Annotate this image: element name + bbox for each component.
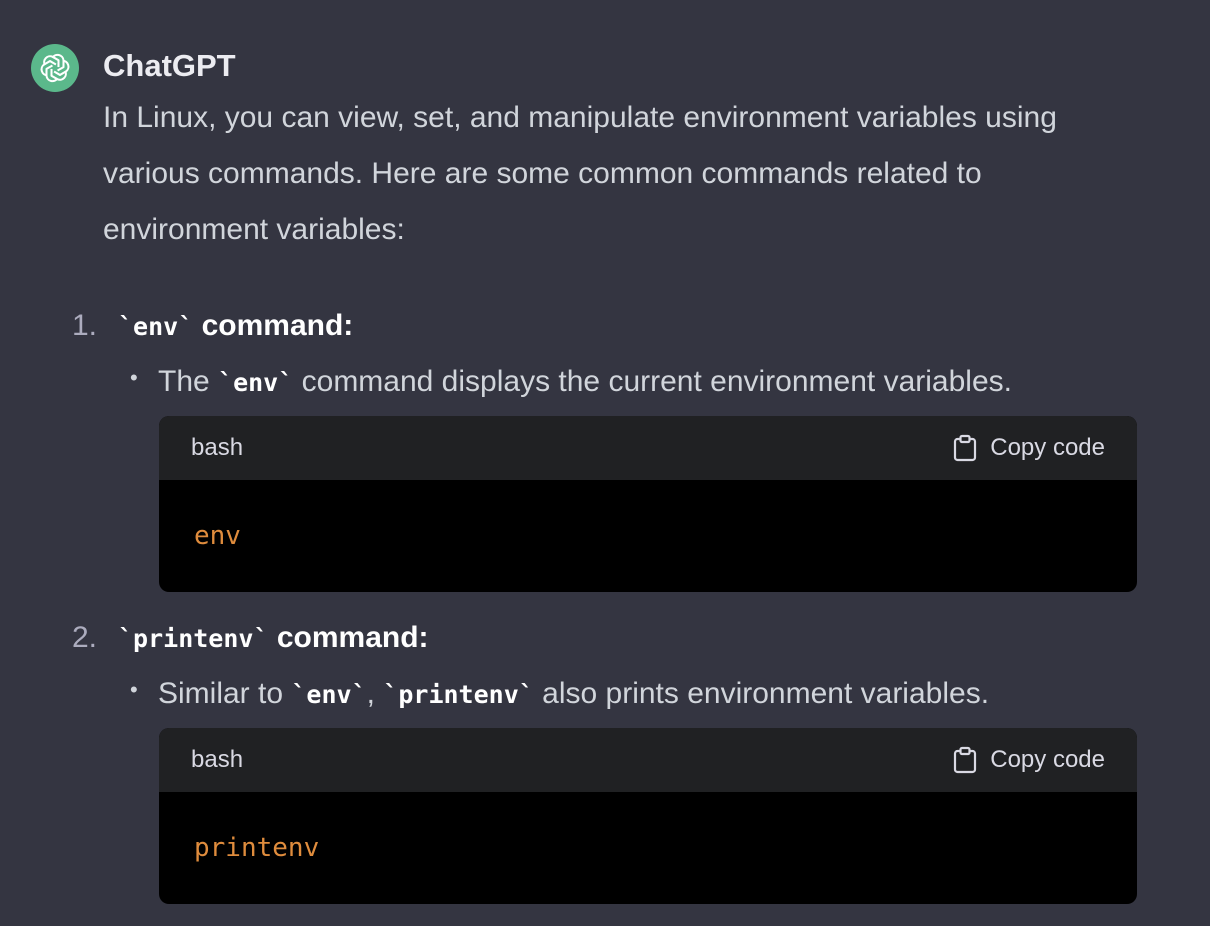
list-item-heading: 2. `printenv` command: (72, 618, 429, 659)
copy-code-button[interactable]: Copy code (952, 434, 1105, 462)
inline-code: `env` (291, 680, 367, 709)
list-item-number: 1. (72, 309, 98, 342)
bullet-item: • Similar to `env`, `printenv` also print… (130, 674, 989, 715)
bullet-item: • The `env` command displays the current … (130, 362, 1012, 403)
openai-logo-icon (40, 53, 70, 83)
assistant-message: ChatGPT In Linux, you can view, set, and… (0, 0, 1210, 926)
author-name: ChatGPT (103, 48, 236, 83)
bullet-text: , (366, 677, 384, 710)
code-language-label: bash (191, 434, 244, 461)
list-item-heading: 1. `env` command: (72, 306, 353, 347)
code-block: bash Copy code env (159, 416, 1137, 592)
inline-code: `env` (218, 368, 294, 397)
bullet-text: also prints environment variables. (533, 677, 990, 710)
copy-code-label: Copy code (990, 746, 1105, 773)
list-item-title: command: (193, 309, 354, 342)
intro-paragraph: In Linux, you can view, set, and manipul… (103, 101, 1057, 246)
code-block-header: bash Copy code (159, 728, 1137, 792)
code-content: env (194, 521, 241, 551)
inline-code: `printenv` (118, 624, 269, 653)
copy-code-button[interactable]: Copy code (952, 746, 1105, 774)
code-content: printenv (194, 833, 320, 863)
bullet-dot: • (130, 677, 138, 702)
clipboard-icon (954, 434, 977, 462)
clipboard-icon (954, 746, 977, 774)
code-block-header: bash Copy code (159, 416, 1137, 480)
bullet-text: Similar to (158, 677, 292, 710)
inline-code: `printenv` (383, 680, 534, 709)
inline-code: `env` (118, 312, 194, 341)
list-item-title: command: (268, 621, 429, 654)
bullet-dot: • (130, 365, 138, 390)
code-block: bash Copy code printenv (159, 728, 1137, 904)
chatgpt-avatar (31, 44, 79, 92)
bullet-text: The (158, 365, 219, 398)
copy-code-label: Copy code (990, 434, 1105, 461)
list-item-number: 2. (72, 621, 98, 654)
bullet-text: command displays the current environment… (293, 365, 1012, 398)
code-language-label: bash (191, 746, 244, 773)
